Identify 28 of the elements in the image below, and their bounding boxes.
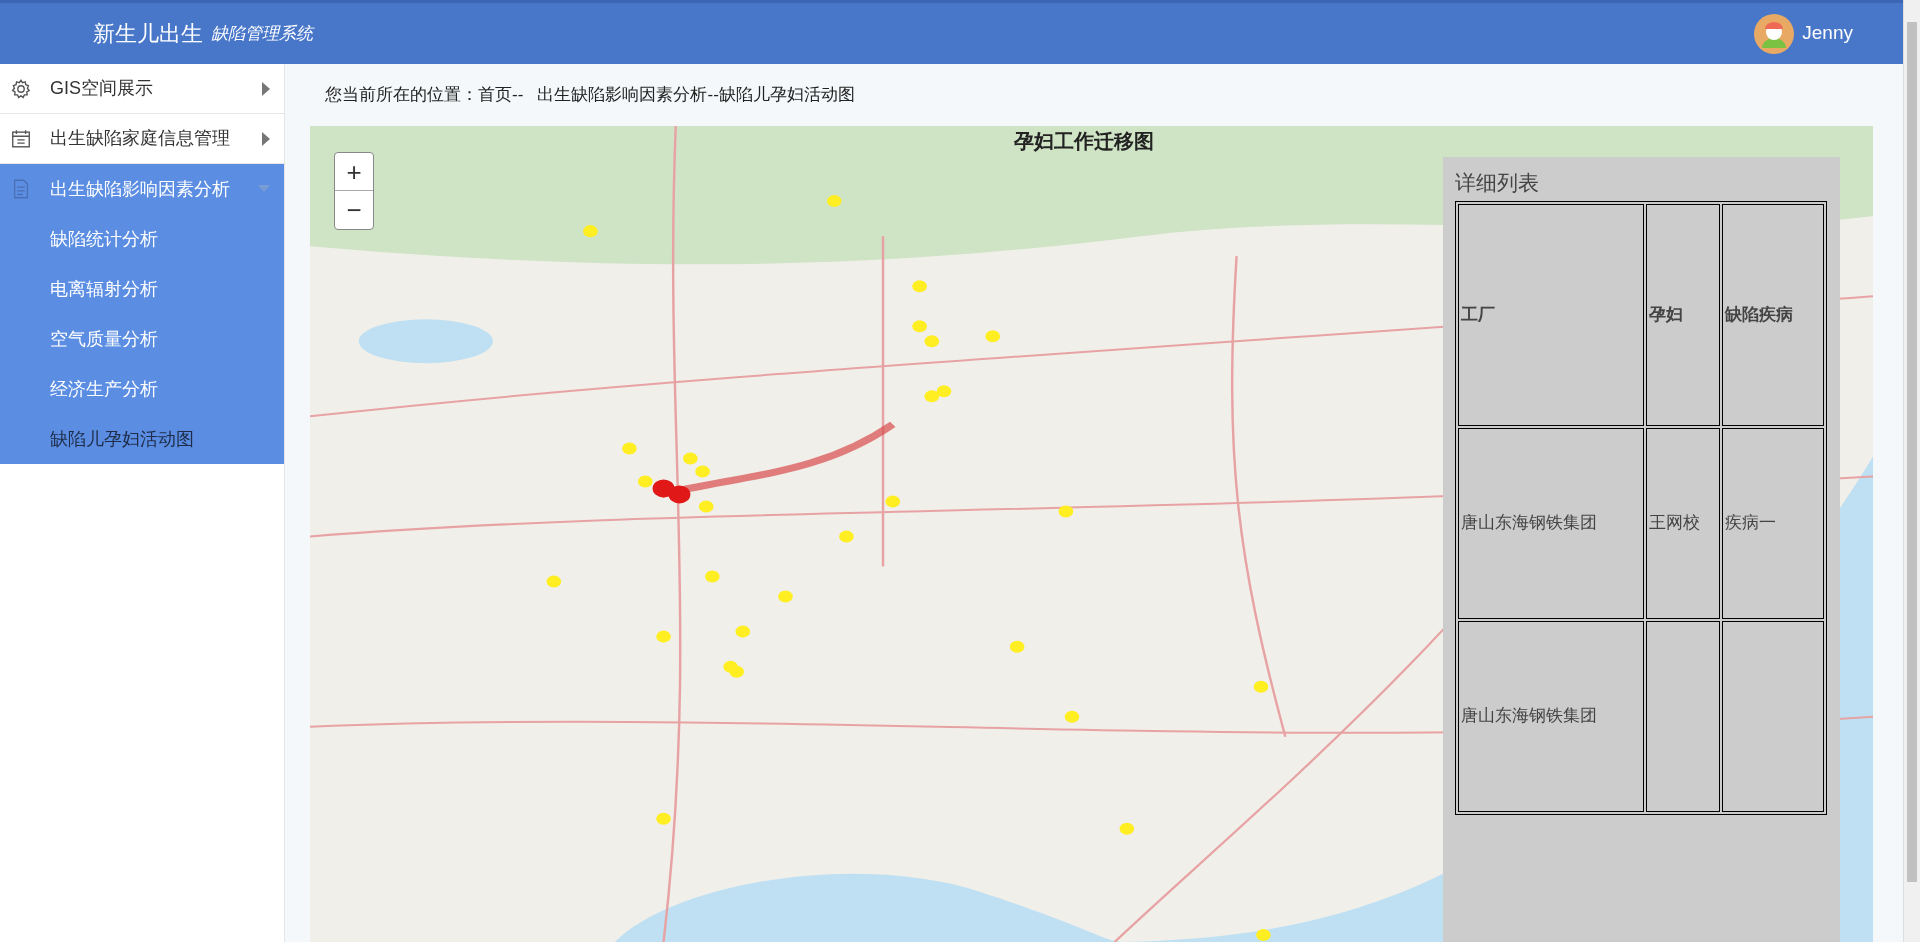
sidebar-subitem[interactable]: 空气质量分析 [0,314,284,364]
zoom-out-button[interactable]: − [335,191,373,229]
app-subtitle: 缺陷管理系统 [211,22,313,45]
sidebar-group-item[interactable]: 出生缺陷影响因素分析 [0,164,284,214]
app-title: 新生儿出生 [93,20,203,48]
table-cell: 唐山东海钢铁集团 [1458,620,1644,812]
sidebar-group-item[interactable]: GIS空间展示 [0,64,284,114]
sidebar-subitem[interactable]: 缺陷儿孕妇活动图 [0,414,284,464]
calendar-icon [10,127,32,150]
user-name[interactable]: Jenny [1802,19,1853,48]
caret-right-icon [262,131,270,146]
table-cell: 王网校 [1646,427,1720,619]
table-cell: 疾病一 [1722,427,1824,619]
table-header-cell: 工厂 [1458,203,1644,426]
map-title: 孕妇工作迁移图 [1014,129,1154,154]
table-header-cell: 缺陷疾病 [1722,203,1824,426]
sidebar-subitem[interactable]: 电离辐射分析 [0,264,284,314]
sidebar-subitem[interactable]: 经济生产分析 [0,364,284,414]
table-cell: 唐山东海钢铁集团 [1458,427,1644,619]
caret-right-icon [262,81,270,96]
zoom-in-button[interactable]: + [335,153,373,191]
avatar-icon [1754,13,1795,54]
caret-down-icon [258,185,270,193]
gear-icon [10,77,32,100]
table-header-cell: 孕妇 [1646,203,1720,426]
breadcrumb: 您当前所在的位置：首页-- 出生缺陷影响因素分析--缺陷儿孕妇活动图 [324,84,856,107]
panel-title: 详细列表 [1455,170,1540,196]
sidebar-subitem[interactable]: 缺陷统计分析 [0,214,284,264]
